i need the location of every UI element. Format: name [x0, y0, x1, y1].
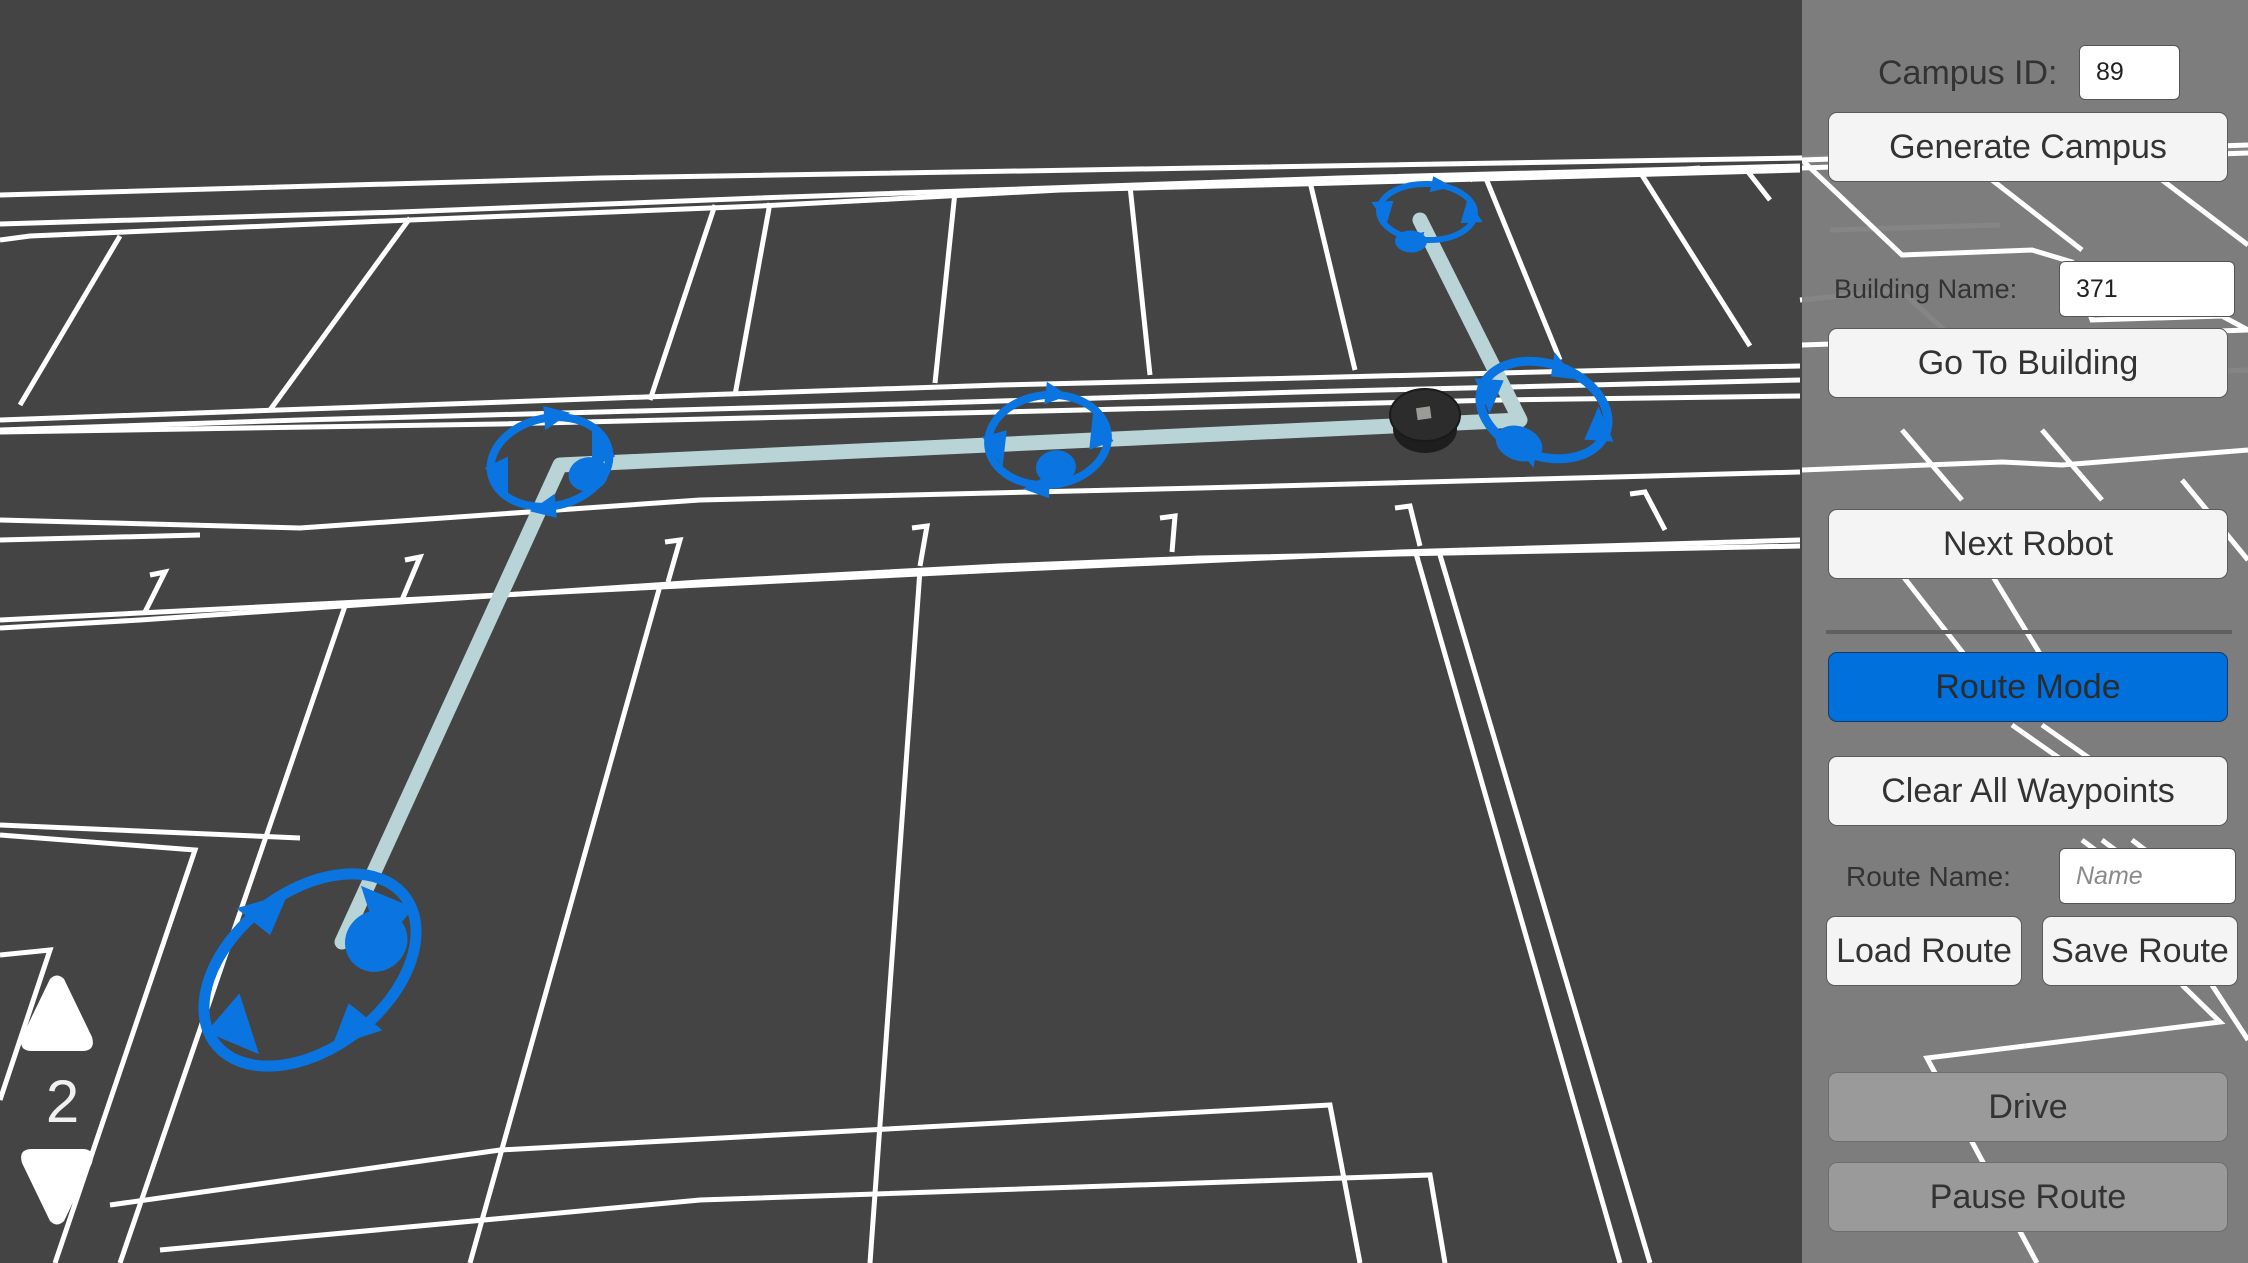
waypoint-1[interactable] [158, 822, 462, 1116]
pause-route-button[interactable]: Pause Route [1828, 1162, 2228, 1232]
campus-id-label: Campus ID: [1878, 54, 2058, 92]
rotate-arrow-icon [1022, 474, 1050, 499]
panel-divider [1826, 630, 2232, 634]
triangle-down-icon [21, 1149, 93, 1225]
floor-up-button[interactable] [20, 975, 94, 1053]
building-name-input[interactable]: 371 [2059, 261, 2235, 317]
next-robot-button[interactable]: Next Robot [1828, 509, 2228, 579]
robot[interactable] [1389, 388, 1461, 453]
campus-id-input[interactable]: 89 [2079, 45, 2180, 100]
current-floor-number: 2 [45, 1068, 80, 1135]
load-route-button[interactable]: Load Route [1826, 916, 2022, 986]
triangle-up-icon [21, 975, 93, 1051]
floor-down-button[interactable] [20, 1147, 94, 1225]
route-name-label: Route Name: [1846, 861, 2011, 892]
robot-sensor [1415, 406, 1432, 421]
route-name-input[interactable]: Name [2059, 848, 2236, 904]
generate-campus-button[interactable]: Generate Campus [1828, 112, 2228, 182]
route-mode-button[interactable]: Route Mode [1828, 652, 2228, 722]
building-name-label: Building Name: [1834, 274, 2018, 304]
clear-all-waypoints-button[interactable]: Clear All Waypoints [1828, 756, 2228, 826]
floor-selector: 2 [20, 975, 105, 1235]
control-panel: Campus ID: 89 Generate Campus Building N… [1802, 0, 2248, 1263]
waypoint-5[interactable] [1370, 174, 1485, 255]
drive-button[interactable]: Drive [1828, 1072, 2228, 1142]
save-route-button[interactable]: Save Route [2042, 916, 2238, 986]
go-to-building-button[interactable]: Go To Building [1828, 328, 2228, 398]
